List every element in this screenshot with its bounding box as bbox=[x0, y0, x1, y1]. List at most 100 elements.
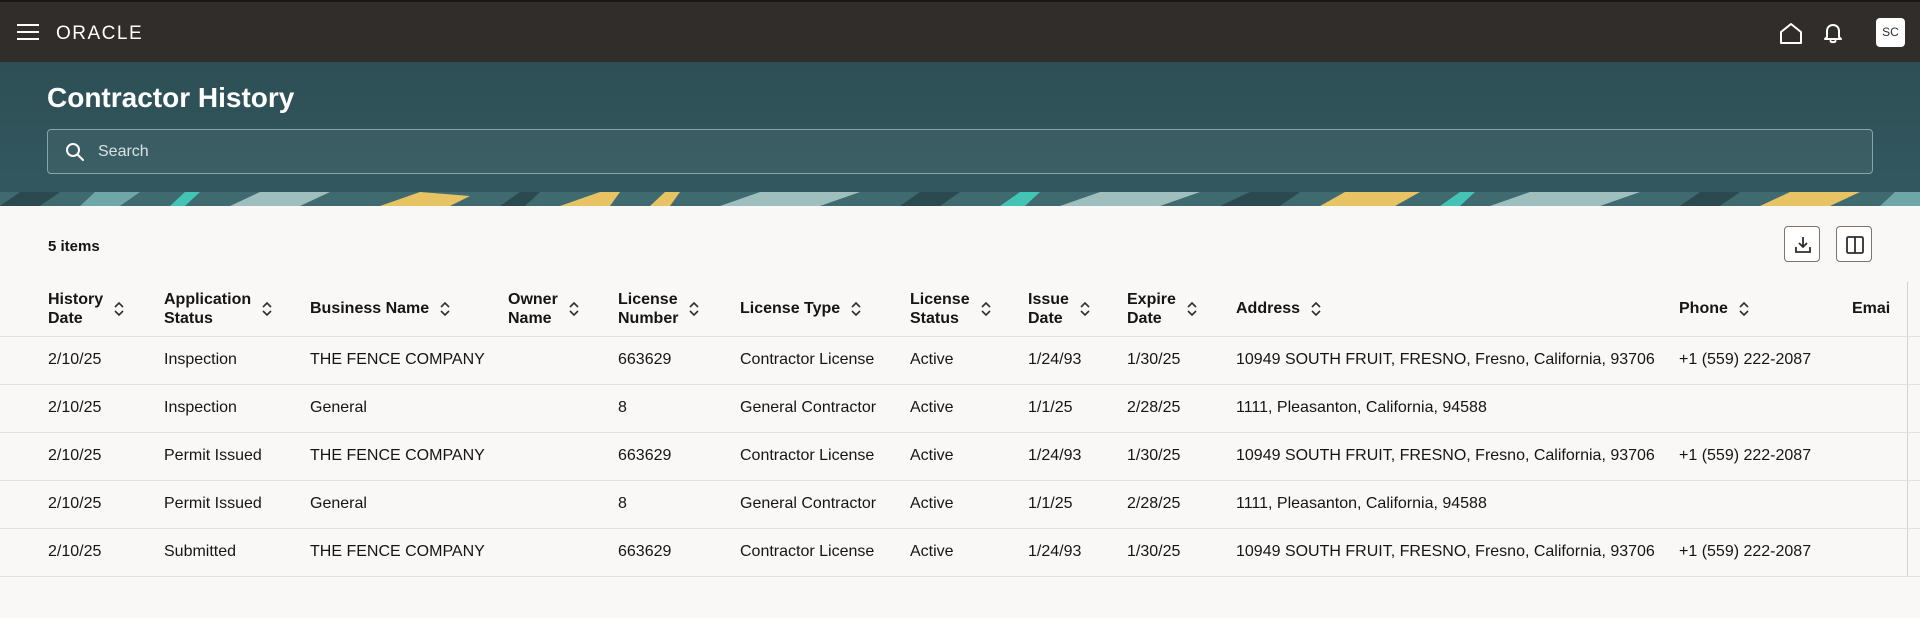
table-cell: 1/24/93 bbox=[1028, 432, 1127, 481]
table-cell bbox=[1852, 384, 1907, 433]
table-cell: 2/10/25 bbox=[48, 480, 164, 529]
table-row[interactable]: 2/10/25 Permit Issued THE FENCE COMPANY 663… bbox=[0, 432, 1920, 481]
top-bar: ORACLE SC bbox=[0, 0, 1920, 62]
row-edge bbox=[1906, 432, 1920, 481]
table-cell bbox=[508, 528, 618, 577]
oracle-logo[interactable]: ORACLE bbox=[56, 23, 143, 45]
columns-button[interactable] bbox=[1836, 226, 1872, 262]
table-cell bbox=[1679, 384, 1852, 433]
sort-icon[interactable] bbox=[261, 301, 273, 317]
table-cell: General Contractor bbox=[740, 384, 910, 433]
table-cell: Active bbox=[910, 384, 1028, 433]
sort-icon[interactable] bbox=[980, 301, 992, 317]
column-header[interactable]: Business Name bbox=[310, 282, 508, 337]
search-input[interactable] bbox=[98, 130, 1858, 173]
table-cell: 2/10/25 bbox=[48, 384, 164, 433]
column-header-line: License Type bbox=[740, 300, 841, 318]
table-cell bbox=[508, 384, 618, 433]
column-header-line: Number bbox=[618, 309, 679, 327]
table-cell: 8 bbox=[618, 384, 740, 433]
table-row[interactable]: 2/10/25 Inspection THE FENCE COMPANY 663629… bbox=[0, 336, 1920, 385]
row-edge bbox=[1906, 480, 1920, 529]
column-header-line: Phone bbox=[1679, 300, 1728, 318]
column-header-line: Application bbox=[164, 290, 252, 308]
sort-icon[interactable] bbox=[439, 301, 451, 317]
column-header[interactable]: History Date bbox=[48, 282, 164, 337]
table-cell: 663629 bbox=[618, 528, 740, 577]
table-header-row: History Date Application Status Business Nam… bbox=[0, 282, 1920, 337]
column-header-content: Phone bbox=[1679, 299, 1852, 318]
sort-icon[interactable] bbox=[688, 301, 700, 317]
table-cell: +1 (559) 222-2087 bbox=[1679, 336, 1852, 385]
table-cell: 1/1/25 bbox=[1028, 384, 1127, 433]
column-header-line: History bbox=[48, 290, 104, 308]
sort-icon[interactable] bbox=[1079, 301, 1091, 317]
table-cell: 1111, Pleasanton, California, 94588 bbox=[1236, 480, 1679, 529]
column-header-label: Owner Name bbox=[508, 290, 558, 328]
column-header[interactable]: Emai bbox=[1852, 282, 1907, 337]
table-cell: 2/10/25 bbox=[48, 432, 164, 481]
search-bar[interactable] bbox=[47, 129, 1873, 174]
column-header-line: Name bbox=[508, 309, 552, 327]
table-cell: Permit Issued bbox=[164, 432, 310, 481]
table-row[interactable]: 2/10/25 Inspection General 8 General Contrac… bbox=[0, 384, 1920, 433]
table-cell bbox=[508, 480, 618, 529]
header-spacer bbox=[0, 282, 48, 337]
column-header-label: Issue Date bbox=[1028, 290, 1069, 328]
column-header-label: Emai bbox=[1852, 299, 1890, 318]
table-cell: 1/30/25 bbox=[1127, 528, 1236, 577]
table-cell: Contractor License bbox=[740, 432, 910, 481]
column-header[interactable]: Address bbox=[1236, 282, 1679, 337]
column-header-label: Expire Date bbox=[1127, 290, 1176, 328]
sort-icon[interactable] bbox=[1310, 301, 1322, 317]
column-header[interactable]: Expire Date bbox=[1127, 282, 1236, 337]
column-header-line: Owner bbox=[508, 290, 558, 308]
table-cell: 663629 bbox=[618, 432, 740, 481]
table-cell bbox=[1679, 480, 1852, 529]
sort-icon[interactable] bbox=[1738, 301, 1750, 317]
export-button[interactable] bbox=[1784, 226, 1820, 262]
column-header[interactable]: Phone bbox=[1679, 282, 1852, 337]
row-spacer bbox=[0, 432, 48, 481]
menu-icon[interactable] bbox=[17, 24, 39, 42]
table-cell: 2/10/25 bbox=[48, 528, 164, 577]
table-cell: General Contractor bbox=[740, 480, 910, 529]
column-header[interactable]: Application Status bbox=[164, 282, 310, 337]
sort-icon[interactable] bbox=[850, 301, 862, 317]
notification-bell-icon[interactable] bbox=[1820, 20, 1846, 46]
sort-icon[interactable] bbox=[568, 301, 580, 317]
column-header[interactable]: Issue Date bbox=[1028, 282, 1127, 337]
column-header-content: Emai bbox=[1852, 299, 1907, 318]
row-spacer bbox=[0, 480, 48, 529]
column-header-content: History Date bbox=[48, 290, 164, 328]
table-cell: THE FENCE COMPANY bbox=[310, 432, 508, 481]
row-spacer bbox=[0, 528, 48, 577]
sort-icon[interactable] bbox=[1186, 301, 1198, 317]
table-row[interactable]: 2/10/25 Submitted THE FENCE COMPANY 663629 C… bbox=[0, 528, 1920, 577]
column-header-content: Issue Date bbox=[1028, 290, 1127, 328]
table-cell: Inspection bbox=[164, 384, 310, 433]
column-header-label: Application Status bbox=[164, 290, 251, 328]
header-edge bbox=[1906, 282, 1920, 337]
column-header[interactable]: License Number bbox=[618, 282, 740, 337]
table-cell: 2/10/25 bbox=[48, 336, 164, 385]
table-cell: General bbox=[310, 384, 508, 433]
page-header: Contractor History bbox=[0, 62, 1920, 206]
contractor-history-table: History Date Application Status Business Nam… bbox=[0, 282, 1920, 582]
user-avatar[interactable]: SC bbox=[1876, 18, 1905, 47]
table-cell: 1/1/25 bbox=[1028, 480, 1127, 529]
table-cell: 2/28/25 bbox=[1127, 480, 1236, 529]
home-icon[interactable] bbox=[1778, 20, 1804, 46]
column-header[interactable]: License Type bbox=[740, 282, 910, 337]
table-cell bbox=[1852, 528, 1907, 577]
column-header[interactable]: License Status bbox=[910, 282, 1028, 337]
table-row[interactable]: 2/10/25 Permit Issued General 8 General Cont… bbox=[0, 480, 1920, 529]
row-edge bbox=[1906, 336, 1920, 385]
column-header-line: Issue bbox=[1028, 290, 1069, 308]
column-header-content: License Status bbox=[910, 290, 1028, 328]
table-cell: +1 (559) 222-2087 bbox=[1679, 528, 1852, 577]
items-count: 5 items bbox=[48, 238, 100, 255]
table-cell: 1/30/25 bbox=[1127, 336, 1236, 385]
column-header[interactable]: Owner Name bbox=[508, 282, 618, 337]
sort-icon[interactable] bbox=[113, 301, 125, 317]
